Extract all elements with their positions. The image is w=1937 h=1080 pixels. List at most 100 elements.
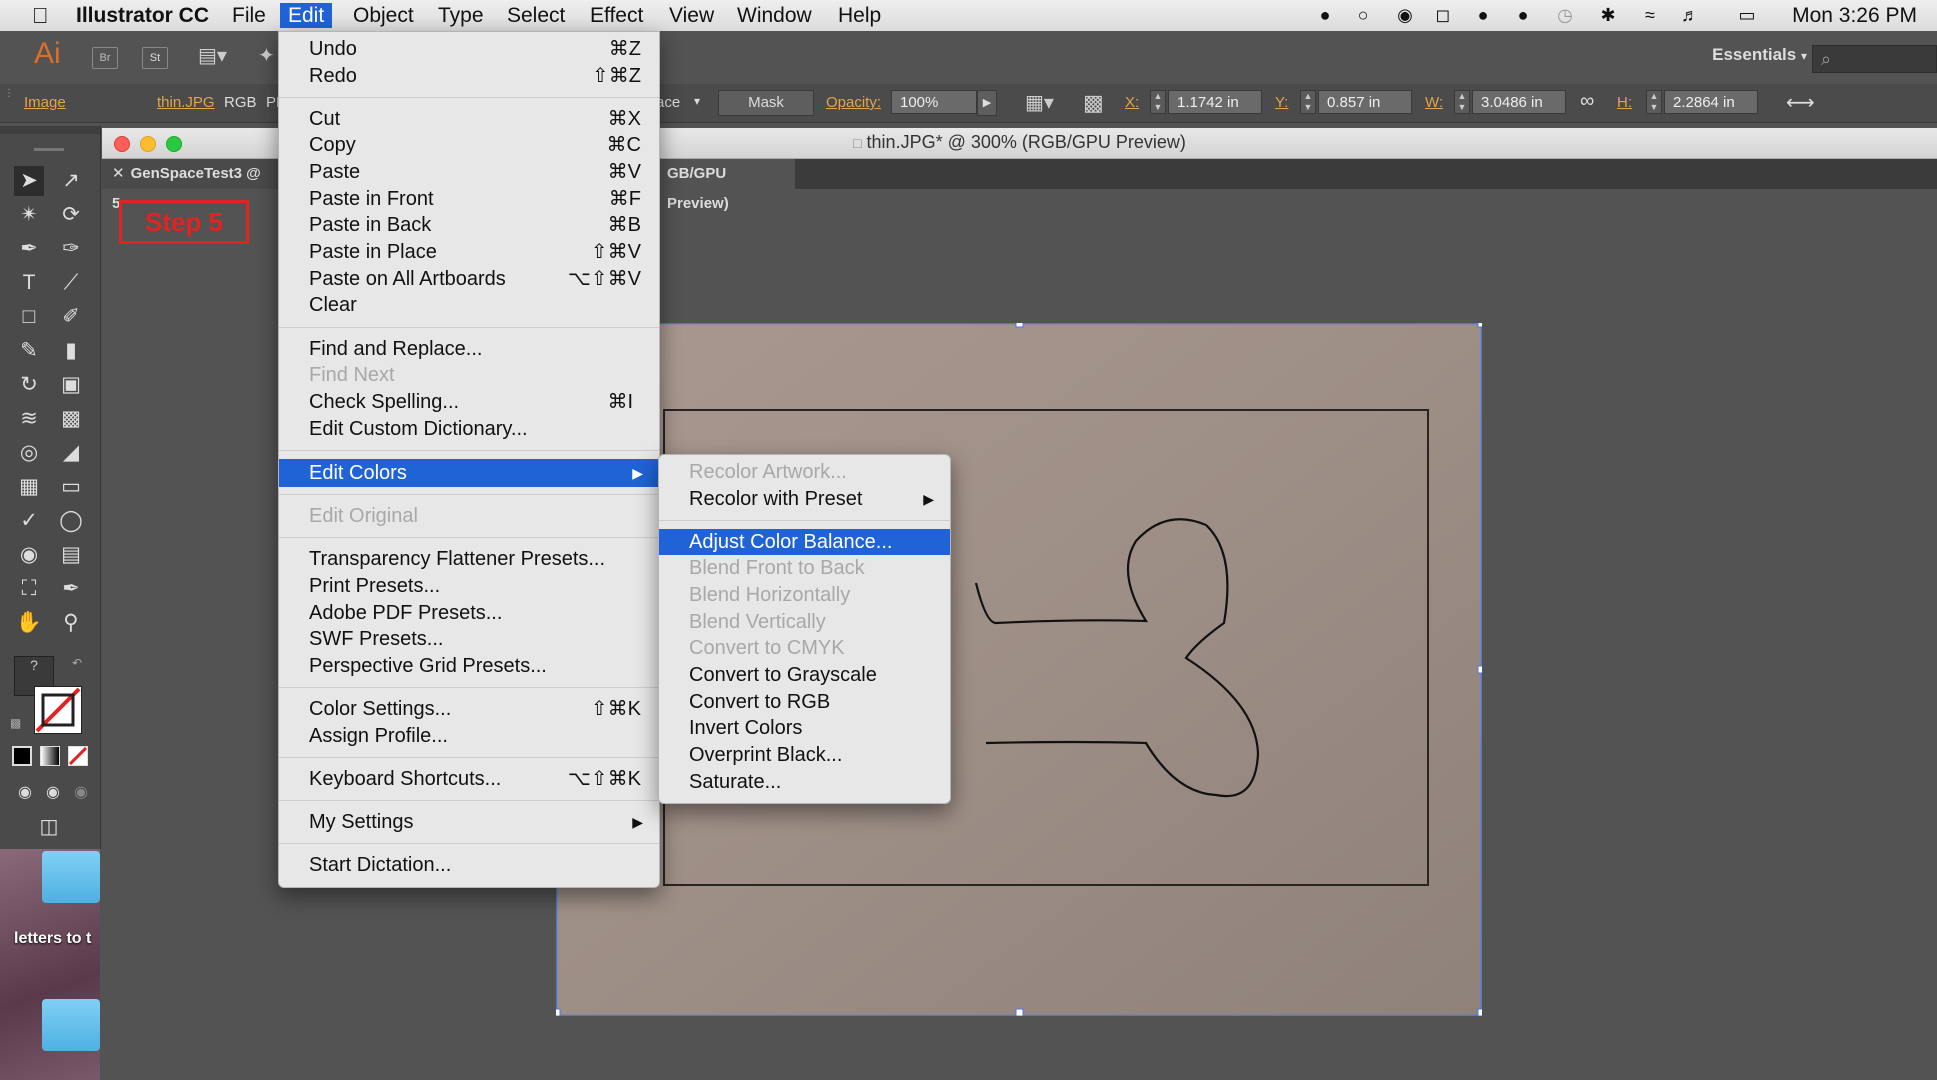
w-field[interactable]: 3.0486 in — [1472, 90, 1566, 114]
submenu-item-recolor-with-preset[interactable]: Recolor with Preset ▶ — [659, 486, 950, 512]
menu-item-start-dictation[interactable]: Start Dictation... — [279, 852, 659, 878]
menu-help[interactable]: Help — [830, 3, 889, 28]
menu-file[interactable]: File — [224, 3, 274, 28]
width-tool-icon[interactable]: ≋ — [14, 404, 44, 434]
color-mode-button[interactable] — [12, 746, 32, 766]
pen-tool-icon[interactable]: ✒ — [14, 234, 44, 264]
zoom-tool-icon[interactable]: ⚲ — [56, 608, 86, 638]
opacity-field[interactable]: 100% — [891, 90, 977, 114]
eraser-icon[interactable]: ▮ — [56, 336, 86, 366]
curvature-tool-icon[interactable]: ✑ — [56, 234, 86, 264]
x-field[interactable]: 1.1742 in — [1168, 90, 1262, 114]
arrange-documents-icon[interactable]: ▤▾ — [198, 43, 236, 69]
menu-item-print-presets[interactable]: Print Presets... — [279, 573, 659, 599]
workspace-switcher[interactable]: Essentials ▾ — [1712, 45, 1807, 65]
wifi-icon[interactable]: ≈ — [1640, 5, 1660, 25]
shape-builder-icon[interactable]: ◎ — [14, 438, 44, 468]
w-label[interactable]: W: — [1425, 94, 1443, 111]
direct-selection-tool-icon[interactable]: ↗ — [56, 166, 86, 196]
blend-tool-icon[interactable]: ◯ — [56, 506, 86, 536]
transform-icon[interactable]: ⟷ — [1786, 90, 1815, 115]
menu-item-my-settings[interactable]: My Settings ▶ — [279, 809, 659, 835]
tools-panel-header[interactable] — [0, 126, 100, 134]
bridge-button[interactable]: Br — [92, 47, 118, 69]
h-label[interactable]: H: — [1617, 94, 1632, 111]
bluetooth-icon[interactable]: ✱ — [1598, 5, 1618, 25]
menu-item-edit-custom-dictionary[interactable]: Edit Custom Dictionary... — [279, 416, 659, 442]
apple-icon[interactable]:  — [24, 3, 57, 28]
volume-icon[interactable]: ♬ — [1680, 5, 1700, 25]
menu-window[interactable]: Window — [729, 3, 820, 28]
w-stepper[interactable]: ▲ ▼ — [1454, 90, 1470, 114]
magic-wand-icon[interactable]: ✴ — [14, 200, 44, 230]
menu-edit[interactable]: Edit — [280, 3, 333, 28]
menu-item-undo[interactable]: Undo ⌘Z — [279, 36, 659, 62]
menu-effect[interactable]: Effect — [582, 3, 651, 28]
reference-point-icon[interactable]: ▩ — [1083, 90, 1104, 116]
constrain-proportions-icon[interactable]: ∞ — [1580, 90, 1594, 113]
submenu-item-convert-to-grayscale[interactable]: Convert to Grayscale — [659, 662, 950, 688]
column-graph-icon[interactable]: ▤ — [56, 540, 86, 570]
y-stepper[interactable]: ▲ ▼ — [1300, 90, 1316, 114]
free-transform-icon[interactable]: ▩ — [56, 404, 86, 434]
mask-button[interactable]: Mask — [718, 90, 814, 116]
folder-icon[interactable] — [42, 999, 100, 1051]
slice-tool-icon[interactable]: ✒ — [56, 574, 86, 604]
gradient-mode-button[interactable] — [40, 746, 60, 766]
symbol-sprayer-icon[interactable]: ◉ — [14, 540, 44, 570]
menu-item-assign-profile[interactable]: Assign Profile... — [279, 723, 659, 749]
submenu-item-adjust-color-balance[interactable]: Adjust Color Balance... — [659, 529, 950, 555]
scale-tool-icon[interactable]: ▣ — [56, 370, 86, 400]
draw-behind-icon[interactable]: ◉ — [38, 778, 68, 808]
mesh-tool-icon[interactable]: ▦ — [14, 472, 44, 502]
swap-fill-stroke-icon[interactable]: ↶ — [72, 656, 82, 670]
artboard-tool-icon[interactable]: ⛶ — [14, 574, 44, 604]
rotate-tool-icon[interactable]: ↻ — [14, 370, 44, 400]
eyedropper-icon[interactable]: ✓ — [14, 506, 44, 536]
line-tool-icon[interactable]: ⟋ — [56, 268, 86, 298]
battery-icon[interactable]: ▭ — [1730, 5, 1764, 25]
menu-item-adobe-pdf-presets[interactable]: Adobe PDF Presets... — [279, 600, 659, 626]
default-colors-icon[interactable]: ▩ — [10, 716, 21, 730]
submenu-item-invert-colors[interactable]: Invert Colors — [659, 715, 950, 741]
draw-inside-icon[interactable]: ◉ — [66, 778, 96, 808]
menu-item-clear[interactable]: Clear — [279, 292, 659, 318]
menu-item-transparency-flattener-presets[interactable]: Transparency Flattener Presets... — [279, 546, 659, 572]
rectangle-tool-icon[interactable]: □ — [14, 302, 44, 332]
hand-tool-icon[interactable]: ✋ — [14, 608, 44, 638]
select-similar-icon[interactable]: ▦▾ — [1025, 90, 1054, 115]
menubar-clock[interactable]: Mon 3:26 PM — [1792, 3, 1917, 28]
skype-icon[interactable]: ◉ — [1395, 5, 1415, 25]
h-field[interactable]: 2.2864 in — [1664, 90, 1758, 114]
panel-grip-icon[interactable]: ⋮ — [4, 88, 14, 99]
time-machine-icon[interactable]: ◷ — [1555, 5, 1575, 25]
menu-item-color-settings[interactable]: Color Settings... ⇧⌘K — [279, 696, 659, 722]
menu-item-redo[interactable]: Redo ⇧⌘Z — [279, 63, 659, 89]
y-label[interactable]: Y: — [1275, 94, 1288, 111]
menu-view[interactable]: View — [661, 3, 722, 28]
menu-select[interactable]: Select — [499, 3, 573, 28]
close-tab-icon[interactable]: ✕ — [112, 165, 125, 182]
selection-tool-icon[interactable]: ➤ — [14, 166, 44, 196]
menu-item-find-and-replace[interactable]: Find and Replace... — [279, 336, 659, 362]
stock-button[interactable]: St — [142, 47, 168, 69]
search-stock-input[interactable]: ⌕ — [1812, 45, 1937, 73]
submenu-item-convert-to-rgb[interactable]: Convert to RGB — [659, 689, 950, 715]
menu-item-keyboard-shortcuts[interactable]: Keyboard Shortcuts... ⌥⇧⌘K — [279, 766, 659, 792]
menu-item-paste-in-front[interactable]: Paste in Front ⌘F — [279, 186, 659, 212]
shield-icon[interactable]: ◻ — [1433, 5, 1453, 25]
opacity-dropdown-icon[interactable]: ▶ — [977, 90, 997, 116]
y-field[interactable]: 0.857 in — [1318, 90, 1412, 114]
type-tool-icon[interactable]: T — [14, 268, 44, 298]
folder-icon[interactable] — [42, 851, 100, 903]
submenu-item-overprint-black[interactable]: Overprint Black... — [659, 742, 950, 768]
menu-item-paste-on-all-artboards[interactable]: Paste on All Artboards ⌥⇧⌘V — [279, 266, 659, 292]
submenu-item-saturate[interactable]: Saturate... — [659, 769, 950, 795]
linked-file-link[interactable]: thin.JPG — [157, 94, 215, 111]
menu-item-paste-in-back[interactable]: Paste in Back ⌘B — [279, 212, 659, 238]
desktop-folder-label[interactable]: letters to t — [14, 930, 91, 948]
menu-type[interactable]: Type — [430, 3, 492, 28]
screen-mode-icon[interactable]: ◫ — [34, 812, 64, 842]
x-label[interactable]: X: — [1125, 94, 1139, 111]
menu-item-check-spelling[interactable]: Check Spelling... ⌘I — [279, 389, 659, 415]
